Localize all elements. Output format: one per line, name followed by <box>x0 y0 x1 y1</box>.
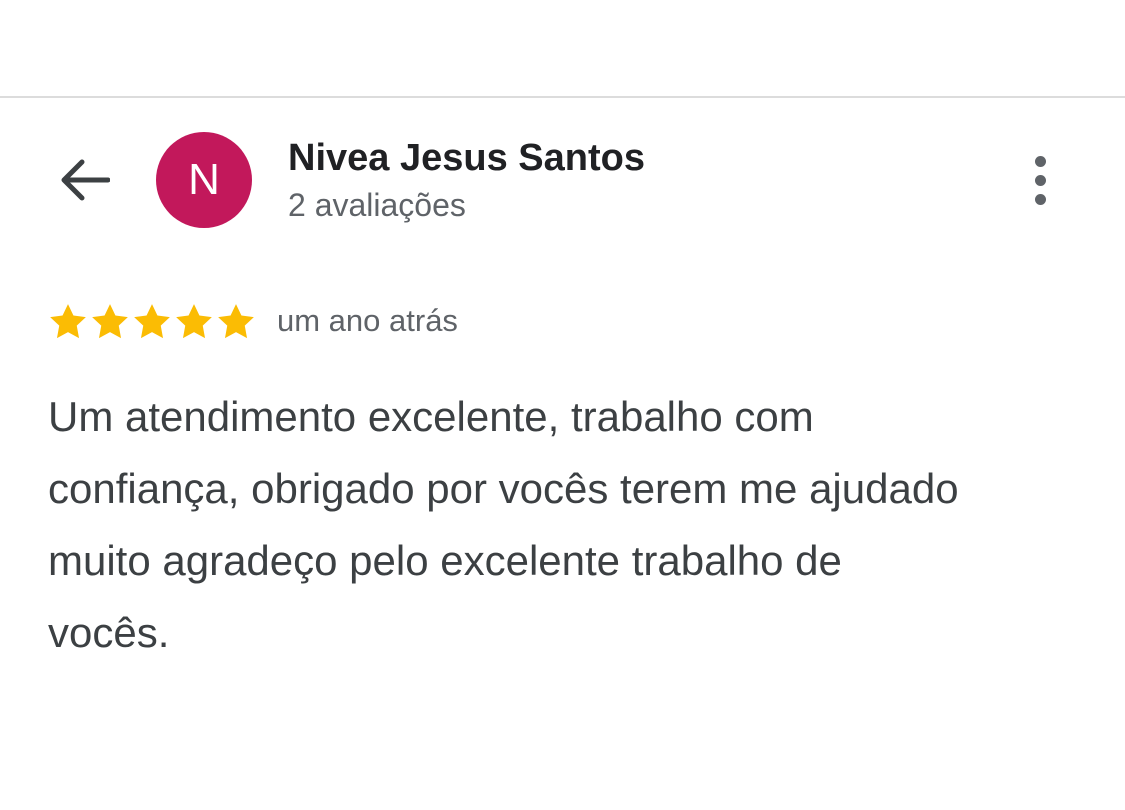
more-vert-icon-dot <box>1034 174 1046 186</box>
back-arrow-icon <box>61 159 110 201</box>
review-count: 2 avaliações <box>288 187 466 223</box>
review-time: um ano atrás <box>277 303 458 338</box>
avatar[interactable]: N <box>156 132 252 228</box>
back-button[interactable] <box>52 152 116 208</box>
avatar-initial: N <box>188 155 220 204</box>
reviewer-name[interactable]: Nivea Jesus Santos <box>288 136 645 180</box>
more-options-button[interactable] <box>1018 150 1062 210</box>
review-text: Um atendimento excelente, trabalho com c… <box>48 393 959 656</box>
top-divider <box>0 96 1125 98</box>
star-icon <box>176 304 212 339</box>
star-icon <box>50 304 86 339</box>
star-icon <box>218 304 254 339</box>
star-rating <box>47 300 257 344</box>
star-icon <box>134 304 170 339</box>
more-vert-icon <box>1034 155 1046 167</box>
star-icon <box>92 304 128 339</box>
more-vert-icon-dot <box>1034 193 1046 205</box>
